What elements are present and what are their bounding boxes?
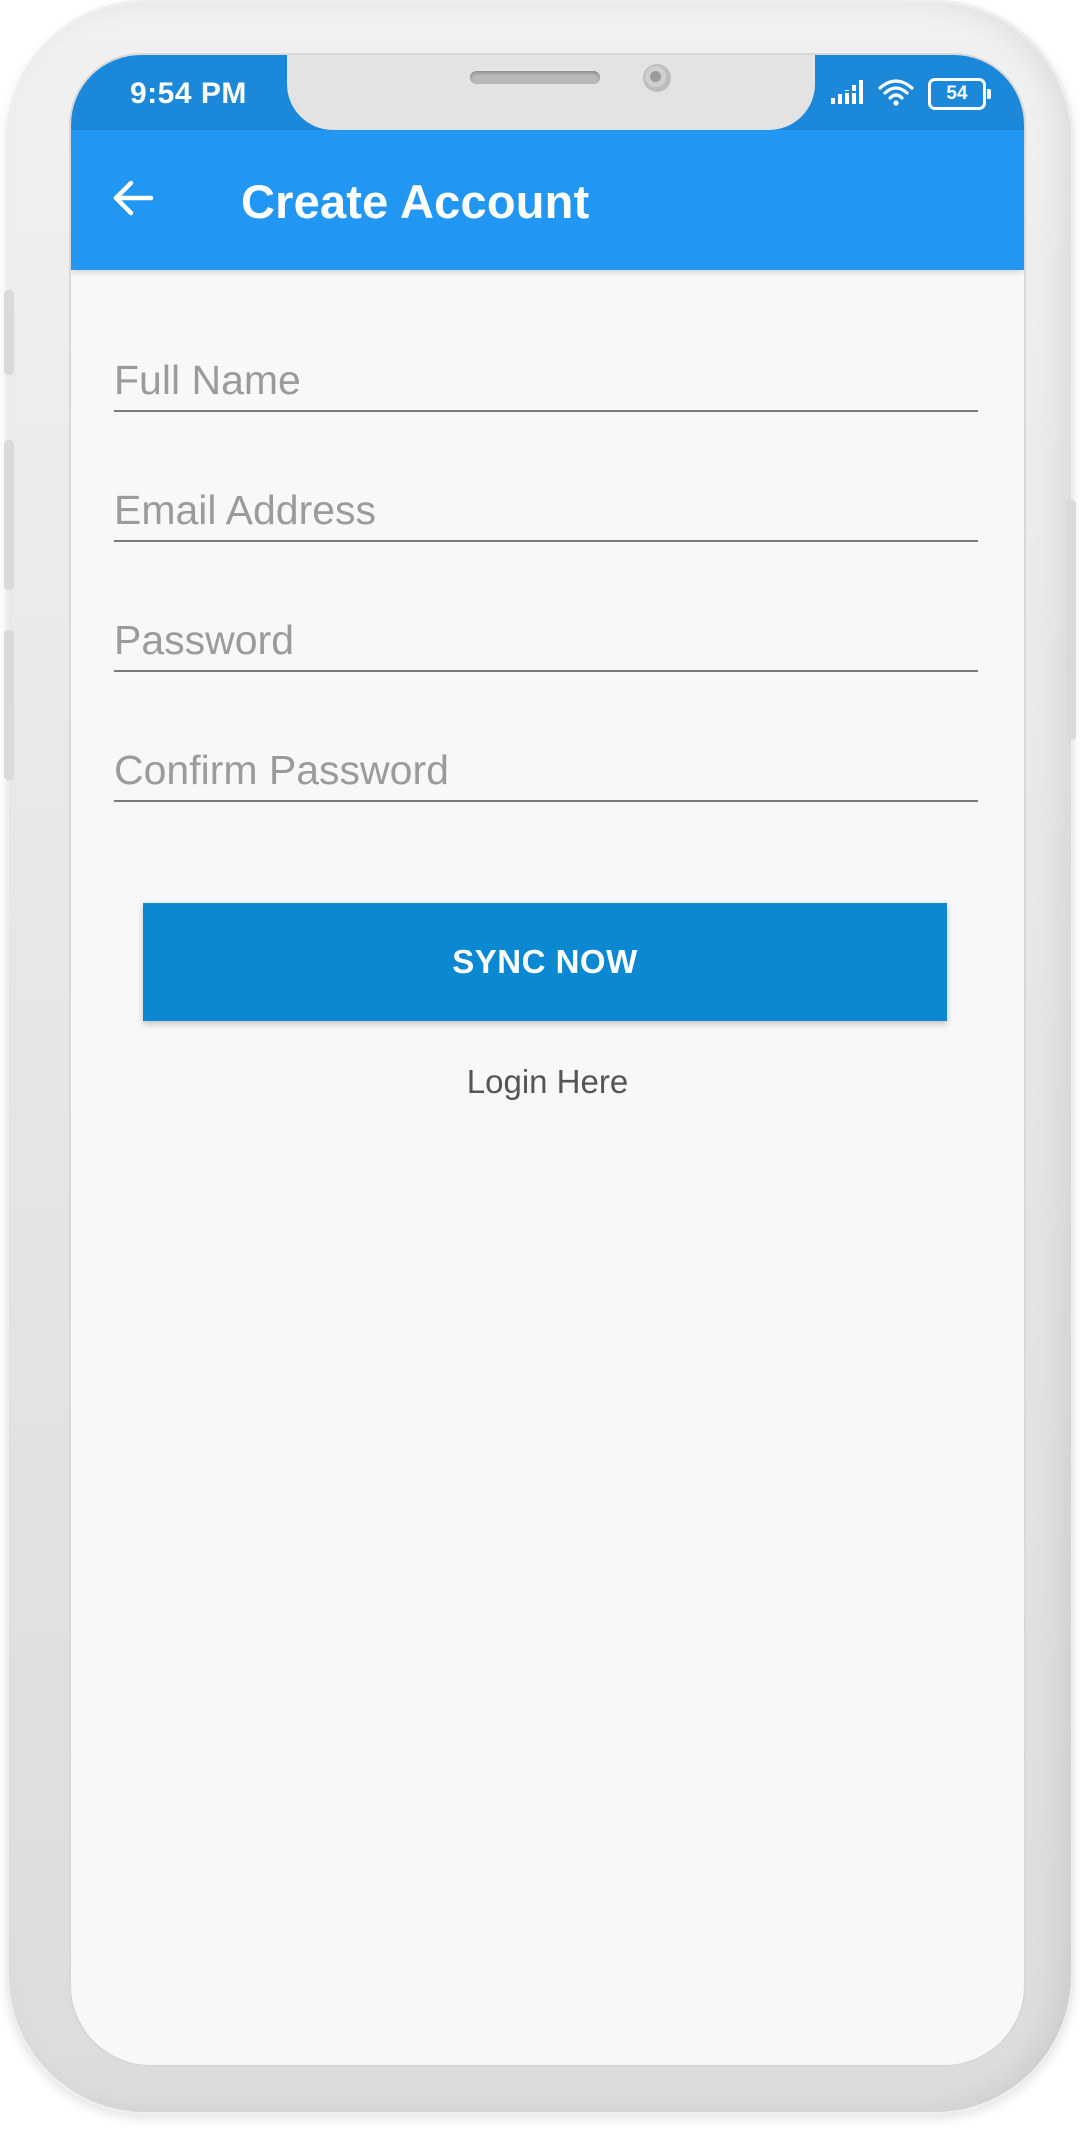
arrow-left-icon xyxy=(111,179,155,222)
full-name-input[interactable] xyxy=(114,357,978,404)
status-icons: 54 xyxy=(830,77,991,111)
full-name-field xyxy=(114,340,978,412)
phone-power-button xyxy=(1066,500,1076,740)
front-camera xyxy=(643,64,671,92)
password-input[interactable] xyxy=(114,617,978,664)
phone-frame: 9:54 PM 54 Create Account Full Name Emai… xyxy=(4,0,1076,2115)
signal-icon xyxy=(830,79,864,110)
wifi-icon xyxy=(878,78,914,111)
login-here-link[interactable]: Login Here xyxy=(71,1063,1024,1101)
earpiece-speaker xyxy=(470,71,600,84)
phone-side-button xyxy=(4,440,14,590)
app-bar: Create Account xyxy=(71,130,1024,270)
page-title: Create Account xyxy=(241,175,590,228)
confirm-password-field xyxy=(114,730,978,802)
status-time: 9:54 PM xyxy=(130,77,247,110)
stage: 9:54 PM 54 Create Account Full Name Emai… xyxy=(0,0,1080,2153)
phone-screen: 9:54 PM 54 Create Account Full Name Emai… xyxy=(71,55,1024,2065)
sync-now-button[interactable]: SYNC NOW xyxy=(143,903,947,1021)
status-bar: 9:54 PM 54 xyxy=(71,55,1024,130)
email-input[interactable] xyxy=(114,487,978,534)
email-field xyxy=(114,470,978,542)
phone-side-button xyxy=(4,290,14,375)
notch xyxy=(287,55,815,130)
confirm-password-input[interactable] xyxy=(114,747,978,794)
battery-icon: 54 xyxy=(928,78,991,110)
back-button[interactable] xyxy=(101,168,165,232)
phone-side-button xyxy=(4,630,14,780)
password-field xyxy=(114,600,978,672)
